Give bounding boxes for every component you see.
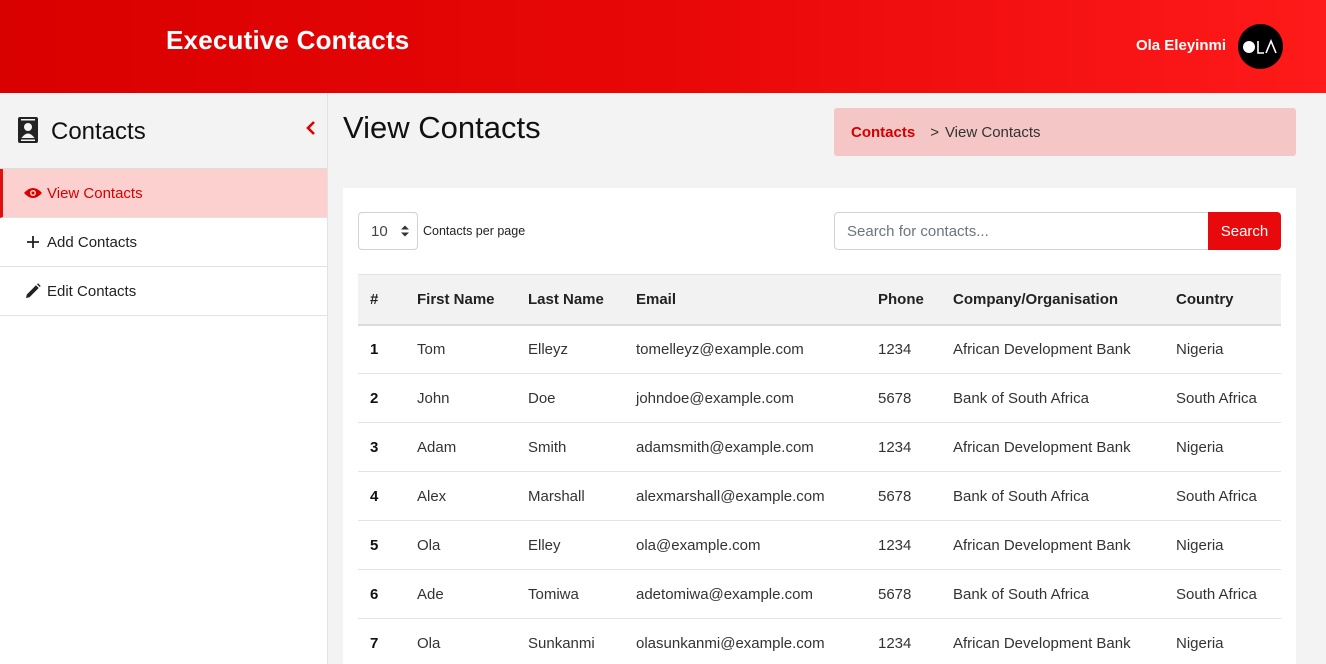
table-row[interactable]: 3 Adam Smith adamsmith@example.com 1234 Afric… <box>358 423 1281 472</box>
sidebar-item-label: View Contacts <box>47 184 143 202</box>
sidebar-item-add-contacts[interactable]: Add Contacts <box>0 218 327 267</box>
first-name-cell: John <box>417 389 450 407</box>
sidebar-item-view-contacts[interactable]: View Contacts <box>0 169 327 218</box>
column-header[interactable]: First Name <box>417 275 528 325</box>
country-cell: Nigeria <box>1176 536 1224 554</box>
last-name-cell: Sunkanmi <box>528 634 595 652</box>
phone-cell: 1234 <box>878 340 912 358</box>
row-number: 5 <box>370 536 379 554</box>
row-number: 7 <box>370 634 379 652</box>
row-number: 3 <box>370 438 379 456</box>
sidebar-item-edit-contacts[interactable]: Edit Contacts <box>0 267 327 316</box>
country-cell: South Africa <box>1176 487 1257 505</box>
chevron-left-icon[interactable] <box>305 121 317 140</box>
company-cell: Bank of South Africa <box>953 389 1089 407</box>
last-name-cell: Smith <box>528 438 567 456</box>
country-cell: South Africa <box>1176 389 1257 407</box>
column-header[interactable]: Email <box>636 275 878 325</box>
phone-cell: 1234 <box>878 536 912 554</box>
first-name-cell: Alex <box>417 487 447 505</box>
pencil-icon <box>24 282 42 300</box>
column-header[interactable]: Last Name <box>528 275 636 325</box>
row-number: 6 <box>370 585 379 603</box>
plus-icon <box>24 233 42 251</box>
contact-book-icon <box>17 117 39 148</box>
row-number: 1 <box>370 340 379 358</box>
phone-cell: 5678 <box>878 487 912 505</box>
table-row[interactable]: 6 Ade Tomiwa adetomiwa@example.com 5678 Bank … <box>358 570 1281 619</box>
table-row[interactable]: 5 Ola Elley ola@example.com 1234 African Deve… <box>358 521 1281 570</box>
per-page-select[interactable]: 10 <box>358 212 418 250</box>
table-row[interactable]: 7 Ola Sunkanmi olasunkanmi@example.com 1234 A… <box>358 619 1281 664</box>
phone-cell: 5678 <box>878 389 912 407</box>
last-name-cell: Marshall <box>528 487 585 505</box>
breadcrumb-separator: > <box>930 123 939 141</box>
contacts-card: 10 Contacts per page Search # First Name… <box>343 188 1296 664</box>
email-cell: alexmarshall@example.com <box>636 487 825 505</box>
ola-logo-icon <box>1242 38 1277 54</box>
column-header[interactable]: # <box>358 275 417 325</box>
first-name-cell: Ola <box>417 536 441 554</box>
last-name-cell: Doe <box>528 389 556 407</box>
company-cell: Bank of South Africa <box>953 487 1089 505</box>
country-cell: Nigeria <box>1176 438 1224 456</box>
phone-cell: 1234 <box>878 438 912 456</box>
last-name-cell: Elleyz <box>528 340 569 358</box>
table-row[interactable]: 4 Alex Marshall alexmarshall@example.com 567… <box>358 472 1281 521</box>
email-cell: adamsmith@example.com <box>636 438 814 456</box>
last-name-cell: Tomiwa <box>528 585 579 603</box>
phone-cell: 5678 <box>878 585 912 603</box>
per-page-value: 10 <box>371 222 388 240</box>
per-page-label: Contacts per page <box>423 224 526 238</box>
user-name[interactable]: Ola Eleyinmi <box>1136 37 1226 54</box>
search-button[interactable]: Search <box>1208 212 1281 250</box>
sidebar-item-label: Edit Contacts <box>47 282 137 300</box>
table-row[interactable]: 2 John Doe johndoe@example.com 5678 Bank of S… <box>358 374 1281 423</box>
phone-cell: 1234 <box>878 634 912 652</box>
country-cell: Nigeria <box>1176 340 1224 358</box>
first-name-cell: Adam <box>417 438 457 456</box>
email-cell: adetomiwa@example.com <box>636 585 813 603</box>
breadcrumb-current: View Contacts <box>944 123 1041 141</box>
top-bar: Executive Contacts Ola Eleyinmi <box>0 0 1326 93</box>
contacts-table: # First Name Last Name Email Phone Compa… <box>358 274 1281 664</box>
country-cell: South Africa <box>1176 585 1257 603</box>
eye-icon <box>24 184 42 202</box>
column-header[interactable]: Phone <box>878 275 953 325</box>
sidebar-title: Contacts <box>51 118 146 145</box>
table-row[interactable]: 1 Tom Elleyz tomelleyz@example.com 1234 Afric… <box>358 325 1281 374</box>
company-cell: African Development Bank <box>953 438 1131 456</box>
email-cell: ola@example.com <box>636 536 761 554</box>
company-cell: Bank of South Africa <box>953 585 1089 603</box>
row-number: 4 <box>370 487 379 505</box>
sidebar: Contacts View Contacts Add Contacts Edit… <box>0 93 328 664</box>
first-name-cell: Ade <box>417 585 444 603</box>
column-header[interactable]: Country <box>1176 275 1281 325</box>
first-name-cell: Ola <box>417 634 441 652</box>
email-cell: tomelleyz@example.com <box>636 340 804 358</box>
country-cell: Nigeria <box>1176 634 1224 652</box>
company-cell: African Development Bank <box>953 634 1131 652</box>
last-name-cell: Elley <box>528 536 561 554</box>
company-cell: African Development Bank <box>953 340 1131 358</box>
column-header[interactable]: Company/Organisation <box>953 275 1176 325</box>
email-cell: olasunkanmi@example.com <box>636 634 825 652</box>
search-input[interactable] <box>834 212 1209 250</box>
email-cell: johndoe@example.com <box>636 389 794 407</box>
company-cell: African Development Bank <box>953 536 1131 554</box>
sidebar-item-label: Add Contacts <box>47 233 138 251</box>
table-header-row: # First Name Last Name Email Phone Compa… <box>358 274 1281 325</box>
first-name-cell: Tom <box>417 340 446 358</box>
app-title: Executive Contacts <box>166 25 410 55</box>
avatar[interactable] <box>1238 24 1283 69</box>
breadcrumb-link-contacts[interactable]: Contacts <box>851 124 915 141</box>
row-number: 2 <box>370 389 379 407</box>
select-arrows-icon <box>401 224 409 242</box>
breadcrumb: Contacts > View Contacts <box>834 108 1296 156</box>
page-title: View Contacts <box>343 110 541 145</box>
sidebar-header: Contacts <box>0 93 327 169</box>
